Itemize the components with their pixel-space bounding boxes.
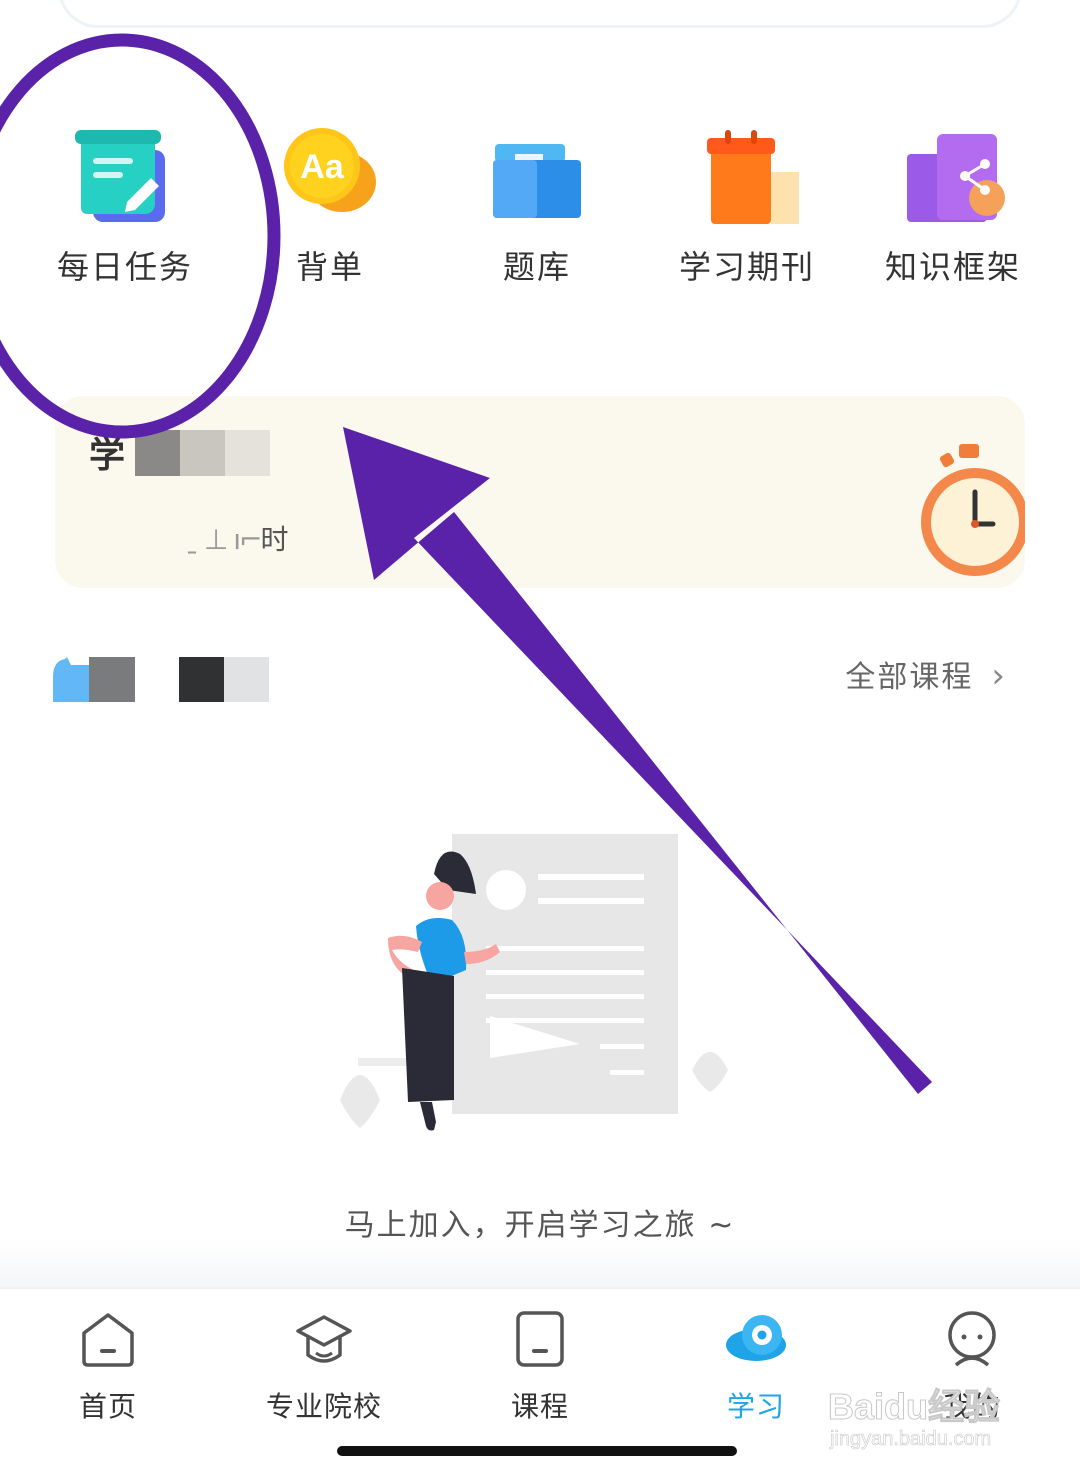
home-icon (82, 1313, 134, 1367)
journal-icon (707, 130, 799, 224)
tab-home[interactable]: 首页 (8, 1309, 208, 1423)
tab-courses[interactable]: 课程 (440, 1309, 640, 1423)
graduation-cap-icon (296, 1315, 352, 1363)
home-indicator (337, 1446, 737, 1456)
course-section-title-blur (179, 657, 269, 702)
study-icon (726, 1315, 786, 1361)
quick-item-journal[interactable]: 学习期刊 (642, 110, 852, 300)
watermark-brand: Baidu经验 (827, 1386, 1001, 1428)
quick-item-label: 学习期刊 (678, 248, 815, 286)
tab-label: 课程 (510, 1390, 569, 1423)
stopwatch-icon (921, 444, 1025, 576)
study-card-title-blur (135, 430, 270, 476)
quick-item-question-bank[interactable]: 题库 (432, 110, 642, 300)
daily-task-icon (75, 130, 165, 222)
course-section-icon (53, 657, 135, 702)
quick-item-daily-task[interactable]: 每日任务 (20, 110, 230, 300)
courses-header: 全部课程 › (53, 640, 1023, 710)
study-card-subtitle: ˍ ⊥ ı⌐时 (185, 523, 289, 556)
question-bank-icon (493, 144, 581, 218)
profile-icon (948, 1311, 996, 1367)
tabbar-shadow (0, 1240, 1080, 1288)
quick-item-label: 背单 (295, 248, 364, 286)
study-time-card[interactable]: 学 ˍ ⊥ ı⌐时 (55, 396, 1025, 588)
watermark-url: jingyan.baidu.com (830, 1428, 992, 1451)
quick-item-vocabulary[interactable]: Aa 背单 (225, 110, 435, 300)
knowledge-framework-icon (907, 134, 1005, 222)
tab-schools[interactable]: 专业院校 (224, 1309, 424, 1423)
all-courses-label: 全部课程 (845, 660, 974, 695)
vocabulary-icon: Aa (284, 128, 376, 212)
all-courses-link[interactable]: 全部课程 › (845, 652, 1007, 696)
quick-item-label: 每日任务 (56, 248, 193, 286)
chevron-right-icon: › (991, 656, 1007, 696)
top-card (58, 0, 1022, 28)
quick-item-label: 知识框架 (884, 248, 1021, 286)
tab-label: 首页 (78, 1390, 137, 1423)
study-card-title: 学 (89, 435, 126, 476)
baidu-watermark: Baidu经验 jingyan.baidu.com (827, 1378, 1028, 1468)
vocabulary-icon-text: Aa (300, 148, 345, 186)
quick-item-label: 题库 (502, 248, 571, 286)
quick-menu: 每日任务 Aa 背单 题库 学习期刊 知识框架 (20, 110, 1060, 300)
tab-label: 学习 (726, 1390, 785, 1423)
empty-state-illustration (340, 834, 728, 1131)
empty-state-message: 马上加入，开启学习之旅 ~ (344, 1208, 736, 1243)
quick-item-knowledge-framework[interactable]: 知识框架 (848, 110, 1058, 300)
tab-study[interactable]: 学习 (656, 1309, 856, 1423)
tab-label: 专业院校 (265, 1390, 382, 1423)
course-icon (516, 1311, 564, 1367)
